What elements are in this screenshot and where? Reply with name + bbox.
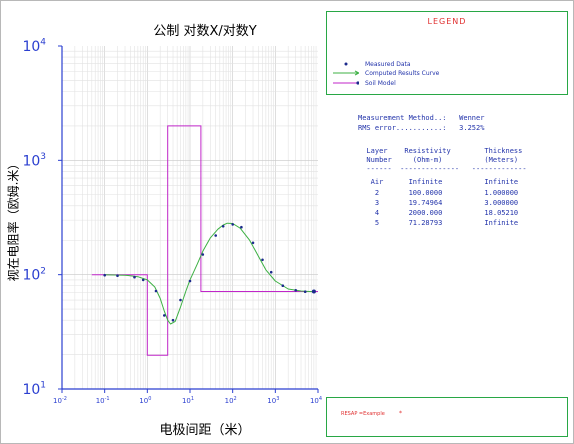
footer-panel: RESAP =Example * <box>326 397 568 437</box>
table-row: Air Infinite Infinite <box>358 178 519 186</box>
legend-item-label: Measured Data <box>365 61 411 68</box>
measurement-method-line: Measurement Method..: Wenner <box>358 114 485 122</box>
x-axis-label: 电极间距（米） <box>159 423 251 438</box>
measured-point <box>281 284 285 288</box>
table-row: 4 2000.000 18.05210 <box>358 209 519 217</box>
y-tick-label: 103 <box>22 152 46 169</box>
measured-point <box>163 314 166 317</box>
table-row: 5 71.28793 Infinite <box>358 219 519 227</box>
legend-item-label: Soil Model <box>365 80 396 87</box>
footer-label: RESAP =Example <box>341 411 385 417</box>
measured-point <box>231 223 234 226</box>
measured-point <box>154 289 158 293</box>
measured-point <box>133 275 136 279</box>
chart-title: 公制 对数X/对数Y <box>153 24 257 39</box>
measured-point <box>261 258 264 262</box>
measured-point <box>240 225 243 229</box>
table-header-2: Number (Ohm-m) (Meters) <box>358 156 519 164</box>
legend-item-label: Computed Results Curve <box>365 70 440 77</box>
x-tick-label: 10-1 <box>96 396 110 405</box>
table-row: 3 19.74964 3.000000 <box>358 199 519 207</box>
computed-curve-icon <box>333 70 359 76</box>
measured-point <box>251 241 255 245</box>
measured-point <box>269 270 273 274</box>
table-header-1: Layer Resistivity Thickness <box>358 147 523 155</box>
footer-marker: * <box>399 410 402 417</box>
legend-panel: LEGEND Measured Data Computed Results Cu… <box>326 11 568 95</box>
y-axis-label: 视在电阻率（欧姆.米） <box>6 157 21 282</box>
x-tick-label: 100 <box>139 396 151 405</box>
y-tick-label: 102 <box>22 266 46 283</box>
measured-point <box>116 274 119 278</box>
x-tick-label: 10-2 <box>53 396 67 405</box>
measured-point <box>171 318 175 322</box>
y-tick-label: 101 <box>22 381 46 398</box>
x-tick-label: 103 <box>267 396 279 405</box>
measured-point <box>303 290 307 294</box>
measured-point <box>214 234 217 237</box>
table-row: 2 100.0000 1.000000 <box>358 189 519 197</box>
legend-title: LEGEND <box>427 17 467 26</box>
measured-point <box>201 253 205 256</box>
x-tick-label: 101 <box>182 396 194 405</box>
y-tick-label: 104 <box>22 38 46 55</box>
measured-point <box>179 298 182 302</box>
soil-model-icon <box>333 81 359 85</box>
series-end-marker <box>311 289 316 294</box>
measured-point <box>294 289 298 292</box>
chart-tick-labels: 10-2 10-1 100 101 102 103 104 101 102 103 104 <box>22 38 322 405</box>
x-tick-label: 104 <box>310 396 322 405</box>
measured-point <box>103 273 106 277</box>
measured-point <box>188 279 192 283</box>
measured-point <box>221 225 225 228</box>
measured-point <box>141 278 145 282</box>
x-tick-label: 102 <box>225 396 237 405</box>
table-header-3: ------ -------------- ------------- <box>358 165 527 173</box>
chart-grid <box>61 46 318 390</box>
rms-error-line: RMS error...........: 3.252% <box>358 124 485 132</box>
